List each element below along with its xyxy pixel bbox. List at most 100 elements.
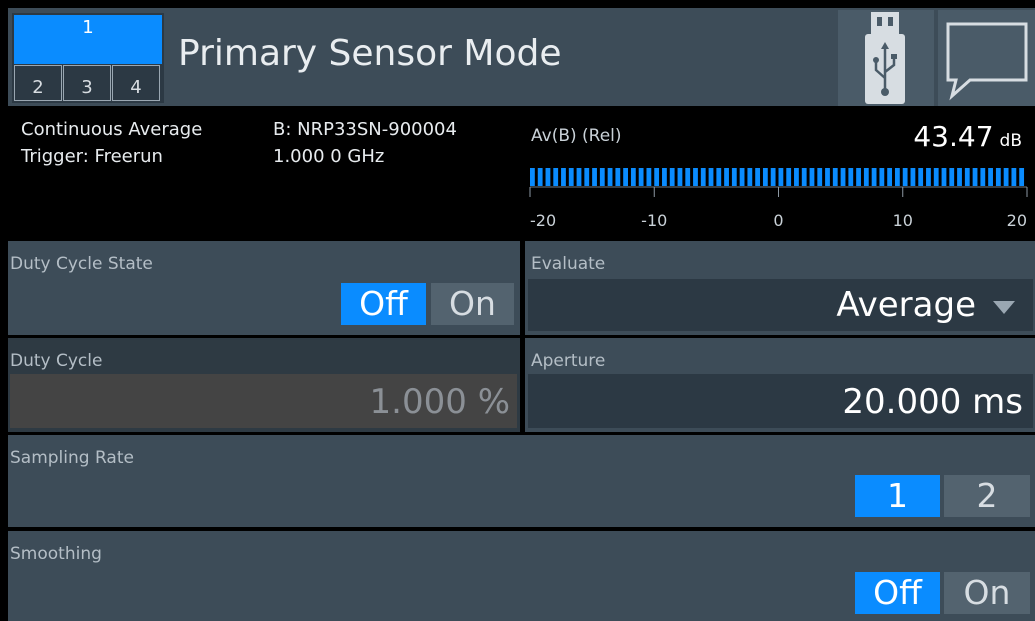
level-bar-segment bbox=[1019, 168, 1025, 186]
evaluate-value: Average bbox=[836, 285, 976, 325]
level-bar-segment bbox=[840, 168, 846, 186]
level-bar-segment bbox=[716, 168, 722, 186]
channel-3-button[interactable]: 3 bbox=[63, 65, 111, 101]
scale-tick-label: 0 bbox=[773, 211, 783, 230]
level-bar-segment bbox=[685, 168, 691, 186]
level-bar-segment bbox=[599, 168, 605, 186]
channel-1-button[interactable]: 1 bbox=[14, 15, 162, 64]
level-bar-segment bbox=[530, 168, 535, 186]
level-bar-segment bbox=[933, 168, 939, 186]
level-bar-segment bbox=[964, 168, 970, 186]
usb-button[interactable] bbox=[838, 10, 934, 106]
measurement-mode: Continuous Average bbox=[21, 119, 203, 140]
scale-tick-label: 10 bbox=[893, 211, 913, 230]
level-bar-segment bbox=[910, 168, 916, 186]
scale-tick-label: 20 bbox=[1007, 211, 1027, 230]
level-bar-segment bbox=[762, 168, 768, 186]
level-bar-segment bbox=[980, 168, 986, 186]
level-bar-segment bbox=[786, 168, 792, 186]
level-bar-segment bbox=[553, 168, 559, 186]
level-bar-segment bbox=[926, 168, 931, 186]
level-bar-segment bbox=[957, 168, 962, 186]
usb-icon bbox=[865, 12, 905, 104]
level-bar-segment bbox=[848, 168, 854, 186]
level-bar-segment bbox=[902, 168, 908, 186]
aperture-value: 20.000 ms bbox=[842, 382, 1023, 422]
message-button[interactable] bbox=[938, 10, 1035, 106]
duty-cycle-off-button[interactable]: Off bbox=[341, 283, 426, 325]
level-bar-segment bbox=[545, 168, 551, 186]
channel-4-button[interactable]: 4 bbox=[112, 65, 160, 101]
level-bar-segment bbox=[646, 168, 652, 186]
trigger-mode: Trigger: Freerun bbox=[21, 146, 163, 167]
level-bar-segment bbox=[1003, 168, 1009, 186]
level-bar-segment bbox=[817, 168, 823, 186]
level-bar-segment bbox=[801, 168, 807, 186]
level-bar-segment bbox=[863, 168, 869, 186]
level-bar-segment bbox=[568, 168, 574, 186]
level-bar-segment bbox=[576, 168, 582, 186]
level-bar-segment bbox=[1011, 168, 1017, 186]
level-bar-segment bbox=[770, 168, 776, 186]
level-bar-segment bbox=[607, 168, 613, 186]
level-bar-segment bbox=[584, 168, 590, 186]
level-bar-segment bbox=[778, 168, 784, 186]
level-bar-segment bbox=[918, 168, 924, 186]
evaluate-label: Evaluate bbox=[531, 254, 606, 274]
sensor-id: B: NRP33SN-900004 bbox=[273, 119, 457, 140]
level-bar-segment bbox=[724, 168, 729, 186]
page-title: Primary Sensor Mode bbox=[178, 33, 562, 74]
level-bar-segment bbox=[537, 168, 543, 186]
level-bar-segment bbox=[825, 168, 830, 186]
level-bar-segment bbox=[871, 168, 877, 186]
measurement-unit: dB bbox=[999, 131, 1022, 151]
level-bar-segment bbox=[755, 168, 761, 186]
level-bar-segment bbox=[662, 168, 667, 186]
level-bar-segment bbox=[739, 168, 745, 186]
duty-cycle-state-label: Duty Cycle State bbox=[10, 254, 153, 274]
level-bar-segment bbox=[879, 168, 885, 186]
duty-cycle-label: Duty Cycle bbox=[10, 351, 103, 371]
scale-tick-label: -10 bbox=[641, 211, 667, 230]
chevron-down-icon bbox=[993, 301, 1015, 314]
level-bar-segment bbox=[856, 168, 861, 186]
smoothing-label: Smoothing bbox=[10, 544, 102, 564]
level-bar-segment bbox=[832, 168, 838, 186]
level-bar-segment bbox=[630, 168, 636, 186]
level-bar-segment bbox=[972, 168, 978, 186]
level-bar-segment bbox=[700, 168, 706, 186]
level-bar-segment bbox=[638, 168, 644, 186]
frequency-readout: 1.000 0 GHz bbox=[273, 146, 385, 167]
measurement-value: 43.47 dB bbox=[913, 120, 1022, 153]
level-bar-segment bbox=[887, 168, 893, 186]
scale-tick-label: -20 bbox=[530, 211, 556, 230]
channel-2-button[interactable]: 2 bbox=[14, 65, 62, 101]
message-icon bbox=[946, 22, 1028, 101]
level-bar-segment bbox=[794, 168, 799, 186]
duty-cycle-value: 1.000 % bbox=[369, 382, 510, 422]
level-bar-segment bbox=[731, 168, 737, 186]
smoothing-off-button[interactable]: Off bbox=[855, 572, 940, 614]
level-bar-segment bbox=[669, 168, 675, 186]
level-bar-segment bbox=[592, 168, 597, 186]
smoothing-on-button[interactable]: On bbox=[944, 572, 1030, 614]
level-bar-segment bbox=[988, 168, 993, 186]
level-bar-graph: -20 -10 0 10 20 bbox=[529, 168, 1028, 230]
level-bar-segment bbox=[654, 168, 660, 186]
level-bar-segment bbox=[615, 168, 621, 186]
level-bar-segment bbox=[894, 168, 900, 186]
level-bar-segment bbox=[809, 168, 815, 186]
level-bar-segment bbox=[941, 168, 947, 186]
level-bar-segment bbox=[693, 168, 698, 186]
sampling-rate-2-button[interactable]: 2 bbox=[944, 475, 1030, 517]
sampling-rate-1-button[interactable]: 1 bbox=[855, 475, 940, 517]
aperture-label: Aperture bbox=[531, 351, 606, 371]
level-bar-segment bbox=[949, 168, 955, 186]
level-bar-segment bbox=[561, 168, 566, 186]
duty-cycle-on-button[interactable]: On bbox=[431, 283, 514, 325]
level-bar-segment bbox=[995, 168, 1001, 186]
level-bar-segment bbox=[747, 168, 753, 186]
graph-label: Av(B) (Rel) bbox=[531, 126, 622, 146]
level-bar-segment bbox=[677, 168, 683, 186]
level-bar-segment bbox=[708, 168, 714, 186]
